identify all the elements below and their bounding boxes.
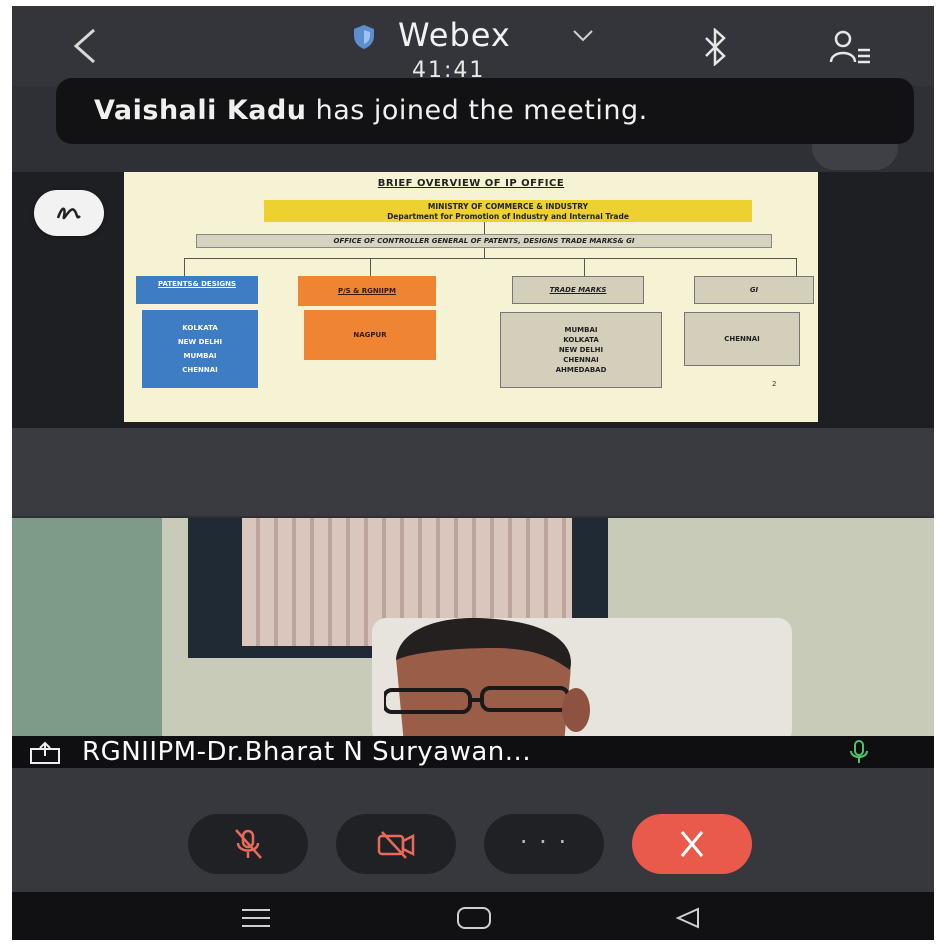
slide-city-item: KOLKATA — [182, 324, 218, 332]
mic-off-icon — [228, 828, 268, 860]
meeting-title-area[interactable]: Webex 41:41 — [342, 12, 622, 83]
pis-rgniipm-list: NAGPUR — [304, 310, 436, 360]
connector — [484, 222, 485, 234]
patents-designs-list: KOLKATA NEW DELHI MUMBAI CHENNAI — [142, 310, 258, 388]
participant-name-bar: RGNIIPM-Dr.Bharat N Suryawan... — [12, 736, 934, 768]
microphone-icon — [848, 739, 870, 765]
shared-content-area: BRIEF OVERVIEW OF IP OFFICE MINISTRY OF … — [12, 172, 934, 428]
chevron-down-icon — [572, 28, 594, 42]
slide-city-item: CHENNAI — [724, 335, 760, 343]
participant-face — [382, 617, 594, 744]
webex-meeting-screen: Webex 41:41 Vaishali Kadu has joined the… — [12, 6, 934, 940]
more-options-button[interactable]: · · · — [484, 814, 604, 874]
top-bar: Webex 41:41 — [12, 6, 934, 86]
slide-city-item: MUMBAI — [183, 352, 217, 360]
shield-icon — [352, 24, 376, 50]
bluetooth-icon[interactable] — [700, 27, 730, 67]
back-chevron-icon[interactable] — [68, 26, 104, 66]
connector — [184, 258, 796, 259]
nav-back-icon[interactable] — [666, 906, 710, 930]
trade-marks-head: TRADE MARKS — [512, 276, 644, 304]
gi-head: GI — [694, 276, 814, 304]
participants-icon[interactable] — [828, 28, 872, 66]
connector — [184, 258, 185, 276]
call-controls — [12, 768, 934, 892]
slide-controller-box: OFFICE OF CONTROLLER GENERAL OF PATENTS,… — [196, 234, 772, 248]
ministry-line-2: Department for Promotion of Industry and… — [387, 212, 629, 221]
toast-message: has joined the meeting. — [306, 95, 648, 126]
app-title: Webex — [398, 16, 511, 54]
gi-list: CHENNAI — [684, 312, 800, 366]
slide-city-item: CHENNAI — [563, 356, 599, 364]
slide-city-item: CHENNAI — [182, 366, 218, 374]
end-call-icon — [672, 828, 712, 860]
slide-city-item: NEW DELHI — [177, 338, 223, 346]
home-icon[interactable] — [452, 906, 496, 930]
stage-background — [12, 428, 934, 516]
shared-slide: BRIEF OVERVIEW OF IP OFFICE MINISTRY OF … — [124, 172, 818, 422]
slide-page-number: 2 — [772, 380, 777, 388]
slide-ministry-box: MINISTRY OF COMMERCE & INDUSTRY Departme… — [264, 200, 752, 222]
connector — [584, 258, 585, 276]
pis-rgniipm-head: P/S & RGNIIPM — [298, 276, 436, 306]
connector — [484, 248, 485, 258]
slide-city-item: MUMBAI — [564, 326, 598, 334]
slide-city-item: NAGPUR — [353, 331, 387, 339]
mute-button[interactable] — [188, 814, 308, 874]
participant-video[interactable] — [12, 518, 934, 744]
recents-icon[interactable] — [234, 906, 278, 930]
more-label: · · · — [519, 828, 569, 856]
video-wall — [12, 518, 162, 744]
ministry-line-1: MINISTRY OF COMMERCE & INDUSTRY — [427, 202, 589, 211]
toast-participant-name: Vaishali Kadu — [94, 95, 307, 126]
trade-marks-list: MUMBAI KOLKATA NEW DELHI CHENNAI AHMEDABAD — [500, 312, 662, 388]
system-nav-bar — [12, 892, 934, 940]
connector — [370, 258, 371, 276]
video-off-icon — [376, 828, 416, 860]
connector — [796, 258, 797, 276]
slide-title: BRIEF OVERVIEW OF IP OFFICE — [377, 178, 565, 189]
end-call-button[interactable] — [632, 814, 752, 874]
slide-city-item: NEW DELHI — [558, 346, 604, 354]
slide-city-item: KOLKATA — [563, 336, 599, 344]
join-notification-toast: Vaishali Kadu has joined the meeting. — [56, 78, 914, 144]
video-button[interactable] — [336, 814, 456, 874]
annotation-button[interactable] — [34, 190, 104, 236]
slide-city-item: AHMEDABAD — [555, 366, 607, 374]
screen-share-icon — [28, 741, 62, 765]
patents-designs-head: PATENTS& DESIGNS — [136, 276, 258, 304]
